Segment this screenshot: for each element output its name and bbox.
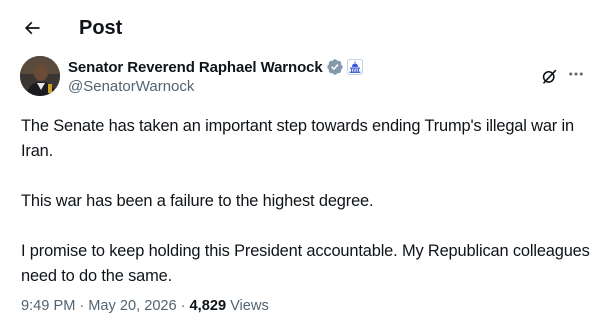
user-handle[interactable]: @SenatorWarnock [68,78,194,95]
more-horizontal-icon [569,72,583,76]
back-button[interactable] [14,10,50,46]
tweet-paragraph-1: The Senate has taken an important step t… [21,117,574,160]
views-count[interactable]: 4,829 [190,298,227,314]
tweet-paragraph-2: This war has been a failure to the highe… [21,192,374,210]
name-line: Senator Reverend Raphael Warnock [68,57,363,77]
us-capitol-affiliation-icon[interactable] [346,59,363,75]
post-time[interactable]: 9:49 PM [21,298,75,314]
more-options-button[interactable] [564,64,588,84]
post-date[interactable]: May 20, 2026 [88,298,176,314]
arrow-left-icon [24,21,40,35]
author-row: Senator Reverend Raphael Warnock @Senato… [0,54,604,102]
meta-separator: · [79,298,85,314]
post-header: Post [0,0,604,56]
tweet-paragraph-3: I promise to keep holding this President… [21,242,590,285]
display-name[interactable]: Senator Reverend Raphael Warnock [68,59,323,76]
grok-button[interactable] [537,64,561,88]
meta-separator-2: · [180,298,186,314]
avatar[interactable] [20,56,60,96]
gray-verified-badge-icon[interactable] [326,58,344,76]
tweet-meta: 9:49 PM · May 20, 2026 · 4,829 Views [21,296,269,316]
page-title: Post [79,17,123,39]
post-page: Post Senator Reverend Raphael Warnock @S… [0,0,604,332]
tweet-text: The Senate has taken an important step t… [21,114,591,289]
avatar-image [20,56,60,96]
views-label: Views [230,298,269,314]
grok-icon [542,69,556,84]
